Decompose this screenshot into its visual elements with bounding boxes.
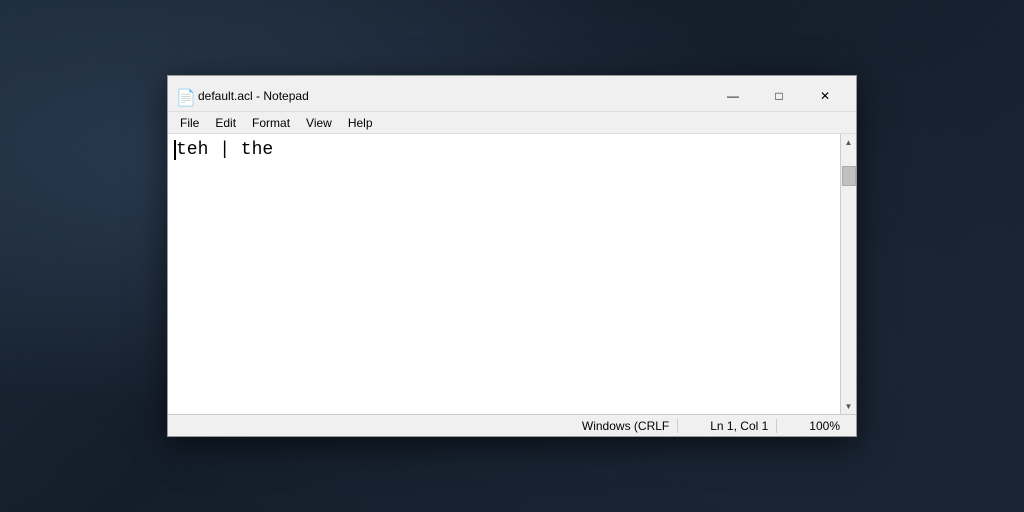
notepad-window: 📄 default.acl - Notepad — □ ✕ File Edit … [167,75,857,437]
status-encoding: Windows (CRLF [574,419,678,433]
menu-view[interactable]: View [298,114,340,132]
menu-format[interactable]: Format [244,114,298,132]
app-icon: 📄 [176,88,192,104]
editor-text: teh | the [176,140,273,160]
title-bar: 📄 default.acl - Notepad — □ ✕ [168,76,856,112]
status-bar: Windows (CRLF Ln 1, Col 1 100% [168,414,856,436]
menu-edit[interactable]: Edit [207,114,244,132]
maximize-button[interactable]: □ [756,82,802,110]
scrollbar: ▲ ▼ [840,134,856,414]
scrollbar-thumb[interactable] [842,166,856,186]
minimize-button[interactable]: — [710,82,756,110]
status-position: Ln 1, Col 1 [702,419,777,433]
editor-area: teh | the ▲ ▼ [168,134,856,414]
menu-help[interactable]: Help [340,114,381,132]
menu-file[interactable]: File [172,114,207,132]
window-title: default.acl - Notepad [198,89,710,103]
window-controls: — □ ✕ [710,82,848,110]
status-zoom: 100% [801,419,848,433]
text-editor[interactable]: teh | the [168,134,840,414]
menu-bar: File Edit Format View Help [168,112,856,134]
scroll-up-arrow[interactable]: ▲ [841,134,857,150]
close-button[interactable]: ✕ [802,82,848,110]
scroll-down-arrow[interactable]: ▼ [841,398,857,414]
